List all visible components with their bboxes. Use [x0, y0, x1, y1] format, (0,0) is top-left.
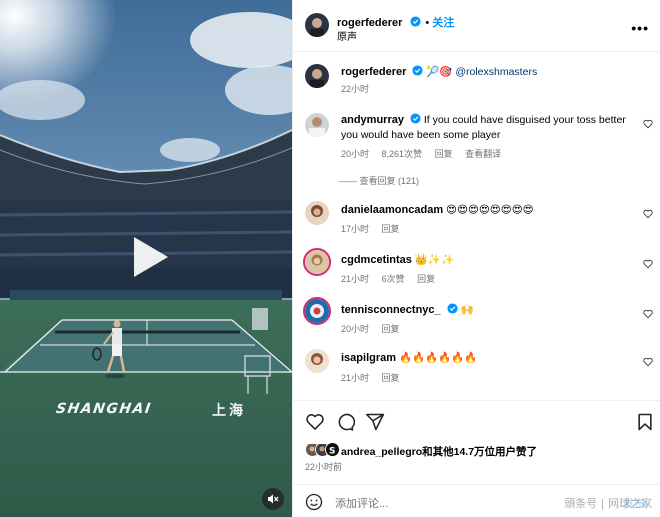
verified-badge-icon: [410, 113, 421, 124]
verified-badge-icon: [447, 303, 458, 314]
follow-button[interactable]: 关注: [432, 17, 454, 29]
reply-button[interactable]: 回复: [382, 224, 400, 234]
commenter-avatar-story[interactable]: [303, 297, 331, 325]
video-player[interactable]: SHANGHAI 上海: [0, 0, 292, 517]
caption-emojis: 🎾🎯: [426, 66, 453, 78]
heart-icon[interactable]: [643, 357, 653, 367]
reply-button[interactable]: 回复: [382, 373, 400, 383]
view-replies-button[interactable]: —— 查看回复 (121): [339, 174, 419, 187]
heart-icon[interactable]: [643, 259, 653, 269]
emoji-icon[interactable]: [305, 493, 323, 511]
heart-icon[interactable]: [643, 309, 653, 319]
reply-button[interactable]: 回复: [382, 324, 400, 334]
comment-username[interactable]: tennisconnectnyc_: [341, 304, 441, 316]
comment-time: 21小时: [341, 373, 370, 383]
comment-text: 😍😍😍😍😍😍😍😍: [446, 204, 534, 216]
verified-badge-icon: [412, 65, 423, 76]
reply-button[interactable]: 回复: [435, 149, 453, 159]
commenter-avatar[interactable]: [305, 201, 329, 225]
audio-label[interactable]: 原声: [337, 28, 357, 43]
see-translation-button[interactable]: 查看翻译: [465, 149, 501, 159]
comment-username[interactable]: isapilgram: [341, 352, 396, 364]
caption-username[interactable]: rogerfederer: [341, 66, 406, 78]
liker-avatar: S: [325, 442, 340, 457]
comment-text: 👑✨✨: [414, 254, 455, 266]
svg-text:S: S: [329, 447, 335, 457]
comment-text: 🔥🔥🔥🔥🔥🔥: [398, 352, 478, 364]
verified-badge-icon: [410, 16, 421, 27]
comment-input[interactable]: 添加评论...: [335, 495, 388, 511]
comment-bubble-icon[interactable]: [335, 412, 355, 432]
comment-time: 21小时: [341, 274, 370, 284]
heart-icon[interactable]: [643, 119, 653, 129]
like-heart-icon[interactable]: [305, 412, 325, 432]
comment-username[interactable]: danielaamoncadam: [341, 204, 443, 216]
court-logo-text: SHANGHAI: [54, 401, 153, 417]
heart-icon[interactable]: [643, 209, 653, 219]
share-send-icon[interactable]: [365, 412, 385, 432]
commenter-avatar-story[interactable]: [303, 248, 331, 276]
comment-time: 20小时: [341, 149, 370, 159]
play-icon[interactable]: [124, 233, 172, 281]
speaker-muted-icon[interactable]: [262, 488, 284, 510]
court-logo-text-cn: 上海: [212, 403, 246, 419]
post-panel: rogerfederer • 关注 原声 ••• rogerfederer 🎾🎯…: [292, 0, 660, 517]
caption-time: 22小时: [341, 84, 370, 94]
caption-author-avatar[interactable]: [305, 64, 329, 88]
comment-like-count[interactable]: 6次赞: [382, 274, 405, 284]
comment-like-count[interactable]: 8,261次赞: [382, 149, 423, 159]
comment-username[interactable]: andymurray: [341, 114, 404, 126]
reply-button[interactable]: 回复: [417, 274, 435, 284]
comment-time: 20小时: [341, 324, 370, 334]
more-horizontal-icon[interactable]: •••: [631, 20, 649, 36]
comment-text: 🙌: [460, 304, 474, 316]
likes-summary[interactable]: andrea_pellegro和其他14.7万位用户赞了: [341, 444, 537, 459]
post-header: rogerfederer • 关注 原声 •••: [293, 0, 660, 52]
post-time: 22小时前: [305, 462, 343, 472]
comment-username[interactable]: cgdmcetintas: [341, 254, 412, 266]
watermark-text: 頭条号 | 网球之家: [564, 497, 652, 510]
caption-mention-link[interactable]: @rolexshmasters: [455, 66, 537, 78]
commenter-avatar[interactable]: [305, 113, 329, 137]
commenter-avatar[interactable]: [305, 349, 329, 373]
comment-time: 17小时: [341, 224, 370, 234]
author-avatar[interactable]: [305, 13, 329, 37]
bookmark-icon[interactable]: [635, 412, 655, 432]
